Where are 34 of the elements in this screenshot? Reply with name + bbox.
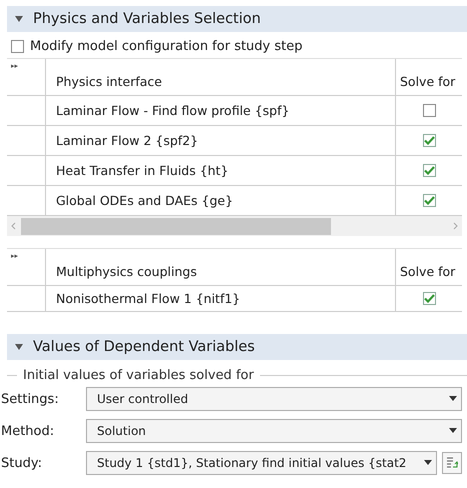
table-cell: Nonisothermal Flow 1 {nitf1} — [46, 286, 396, 311]
field-label: Settings: — [0, 392, 60, 406]
checkbox[interactable] — [11, 40, 24, 53]
collapse-icon — [15, 15, 23, 23]
dropdown-caret-icon — [449, 428, 457, 434]
dropdown-caret-icon — [449, 396, 457, 402]
section-header[interactable]: Physics and Variables Selection — [7, 6, 467, 32]
checkbox[interactable] — [422, 292, 436, 305]
horizontal-scrollbar[interactable] — [7, 216, 462, 236]
column-header: Multiphysics couplings — [46, 249, 396, 285]
list-arrow-icon — [446, 456, 458, 470]
scrollbar-thumb[interactable] — [21, 218, 331, 234]
checkbox[interactable] — [422, 164, 436, 177]
table-cell: Laminar Flow - Find flow profile {spf} — [46, 96, 396, 125]
section-header[interactable]: Values of Dependent Variables — [7, 334, 467, 360]
group-label: Initial values of variables solved for — [23, 368, 254, 383]
field-label: Study: — [0, 456, 43, 470]
column-header: Solve for — [399, 73, 456, 91]
checkbox[interactable] — [422, 194, 436, 207]
dropdown[interactable]: Study 1 {std1}, Stationary find initial values {stat2 — [86, 451, 437, 475]
column-header: Solve for — [399, 263, 456, 281]
table-cell: Global ODEs and DAEs {ge} — [46, 186, 396, 215]
table-cell: Laminar Flow 2 {spf2} — [46, 126, 396, 155]
dropdown-caret-icon — [424, 460, 432, 466]
table-cell: Heat Transfer in Fluids {ht} — [46, 156, 396, 185]
checkbox[interactable] — [422, 104, 436, 117]
checkbox-label: Modify model configuration for study step — [30, 39, 302, 54]
checkbox[interactable] — [422, 134, 436, 147]
collapse-icon — [15, 343, 23, 351]
dropdown[interactable]: Solution — [86, 419, 462, 443]
column-header: Physics interface — [46, 59, 396, 95]
go-to-source-button[interactable] — [442, 452, 462, 474]
field-label: Method: — [0, 424, 56, 438]
dropdown[interactable]: User controlled — [86, 387, 462, 411]
